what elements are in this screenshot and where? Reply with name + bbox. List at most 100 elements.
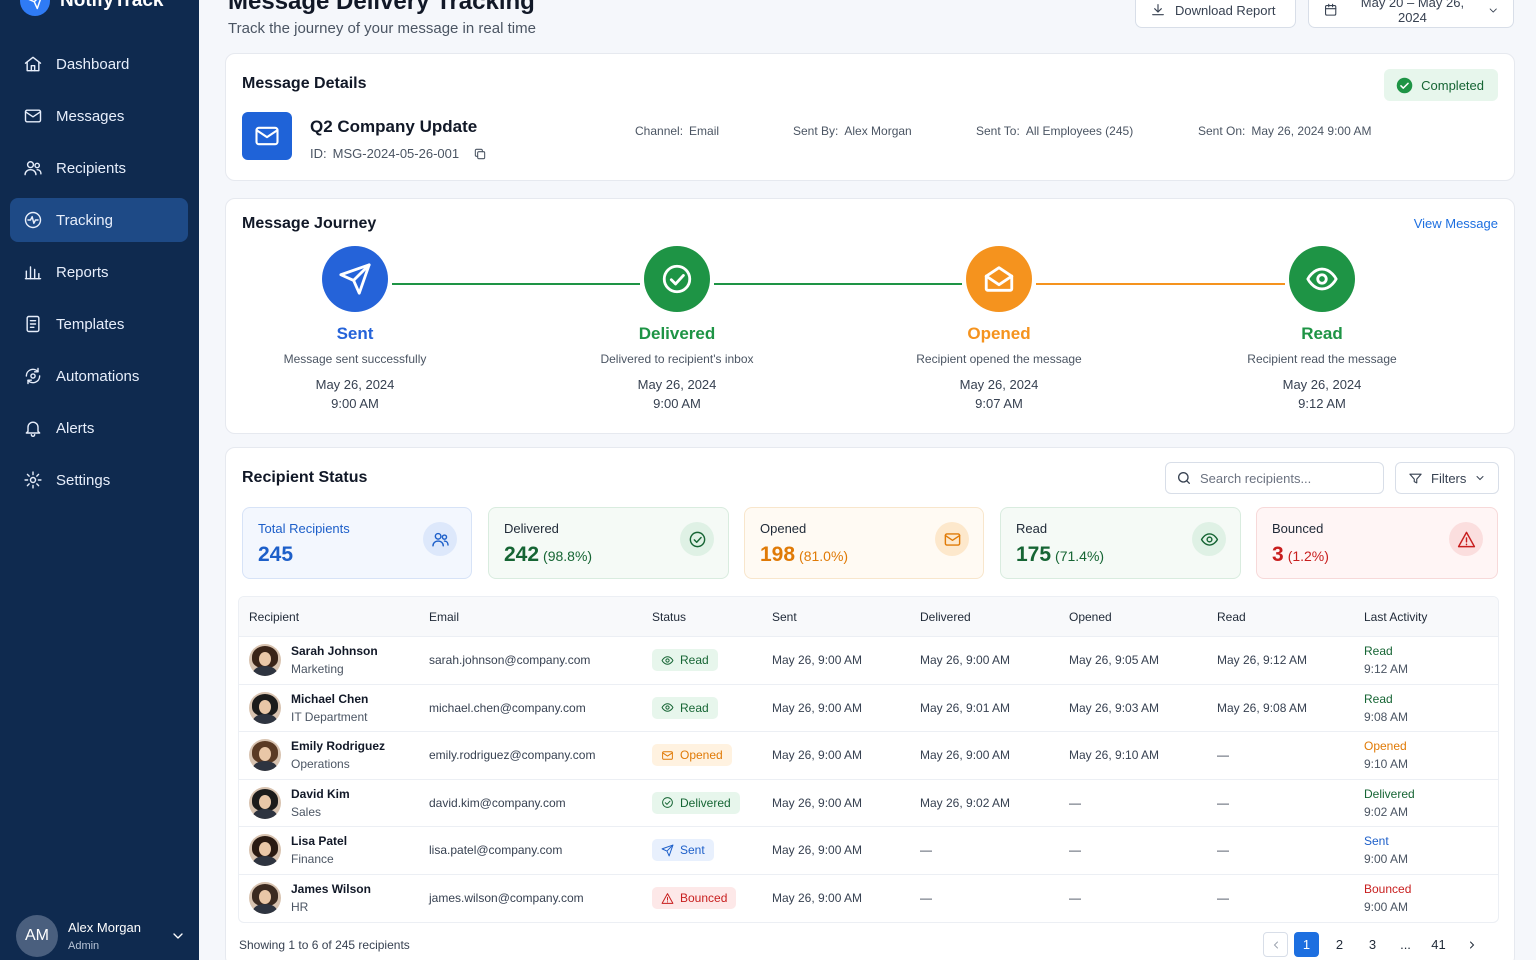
email-cell: sarah.johnson@company.com — [429, 653, 591, 668]
page-1[interactable]: 1 — [1294, 932, 1319, 957]
status-badge: Read — [652, 696, 718, 719]
sidebar-item-settings[interactable]: Settings — [10, 458, 188, 502]
table-row[interactable]: Lisa Patel Finance lisa.patel@company.com… — [239, 827, 1498, 875]
avatar — [249, 739, 281, 772]
date-range-picker[interactable]: May 20 – May 26, 2024 — [1308, 0, 1514, 28]
sidebar-item-dashboard[interactable]: Dashboard — [10, 42, 188, 86]
table-row[interactable]: Michael Chen IT Department michael.chen@c… — [239, 685, 1498, 732]
sent-cell: May 26, 9:00 AM — [772, 748, 863, 763]
journey-step-desc: Message sent successfully — [283, 352, 427, 366]
sidebar-nav: Dashboard Messages Recipients Tracking Repor… — [10, 42, 188, 510]
column-header-recipient[interactable]: Recipient — [239, 610, 429, 624]
stat-icon-wrap — [935, 522, 969, 556]
mail-icon — [662, 750, 673, 760]
check-circle-icon — [662, 797, 673, 809]
sidebar-item-label: Tracking — [56, 211, 113, 229]
sidebar-item-tracking[interactable]: Tracking — [10, 198, 188, 242]
download-report-label: Download Report — [1175, 2, 1276, 18]
sent-cell: May 26, 9:00 AM — [772, 843, 863, 858]
check-circle-icon — [1396, 77, 1413, 93]
sidebar-item-alerts[interactable]: Alerts — [10, 406, 188, 450]
stat-card-read: Read 175 (71.4%) — [1000, 507, 1241, 579]
journey-step-name: Delivered — [638, 324, 716, 343]
download-report-button[interactable]: Download Report — [1135, 0, 1296, 28]
status-cell: Sent — [652, 839, 772, 862]
column-header-status[interactable]: Status — [652, 610, 772, 624]
user-menu[interactable]: AM Alex Morgan Admin — [16, 914, 186, 958]
table-row[interactable]: David Kim Sales david.kim@company.com Del… — [239, 780, 1498, 827]
filters-button[interactable]: Filters — [1395, 462, 1499, 494]
activity-icon — [24, 211, 42, 229]
stat-label: Read — [1016, 521, 1048, 536]
column-header-email[interactable]: Email — [429, 610, 652, 624]
sidebar-item-reports[interactable]: Reports — [10, 250, 188, 294]
journey-step-circle — [322, 246, 388, 312]
copy-icon[interactable] — [473, 147, 487, 161]
status-badge: Bounced — [652, 887, 737, 910]
sidebar-item-recipients[interactable]: Recipients — [10, 146, 188, 190]
last-activity-cell: Bounced 9:00 AM — [1364, 882, 1484, 914]
calendar-icon — [1325, 3, 1337, 16]
channel-label: Channel: — [635, 124, 684, 138]
column-header-last-activity[interactable]: Last Activity — [1364, 610, 1484, 624]
sent-by-label: Sent By: — [793, 124, 839, 138]
alert-triangle-icon — [661, 892, 674, 904]
avatar — [249, 882, 281, 915]
page-41[interactable]: 41 — [1426, 932, 1451, 957]
page-subtitle: Track the journey of your message in rea… — [228, 20, 536, 37]
brand[interactable]: NotifyTrack — [20, 0, 163, 16]
journey-step-sent: Sent Message sent successfully May 26, 2… — [245, 246, 465, 413]
stat-icon-wrap — [423, 522, 457, 556]
envelope-icon — [242, 112, 292, 160]
column-header-delivered[interactable]: Delivered — [920, 610, 1069, 624]
table-row[interactable]: Sarah Johnson Marketing sarah.johnson@com… — [239, 637, 1498, 685]
user-name: Alex Morgan — [68, 920, 141, 935]
recipient-dept: HR — [291, 900, 309, 915]
view-message-link[interactable]: View Message — [1414, 216, 1498, 231]
table-row[interactable]: Emily Rodriguez Operations emily.rodrigue… — [239, 732, 1498, 780]
delivered-cell: May 26, 9:00 AM — [920, 748, 1011, 763]
sent-to-value: All Employees (245) — [1025, 124, 1134, 138]
sidebar-item-automations[interactable]: Automations — [10, 354, 188, 398]
sidebar-item-label: Recipients — [56, 159, 127, 177]
automation-icon — [25, 367, 41, 385]
page-3[interactable]: 3 — [1360, 932, 1385, 957]
page-ellipsis[interactable]: ... — [1393, 932, 1418, 957]
search-box[interactable] — [1165, 462, 1384, 494]
chevron-down-icon[interactable] — [170, 928, 186, 944]
page-2[interactable]: 2 — [1327, 932, 1352, 957]
sidebar-item-label: Automations — [56, 367, 140, 385]
status-badge-label: Opened — [680, 748, 723, 763]
status-badge-label: Sent — [680, 843, 705, 858]
check-circle-icon — [662, 264, 692, 294]
next-page-button[interactable] — [1459, 932, 1484, 957]
column-header-sent[interactable]: Sent — [772, 610, 920, 624]
stat-number: 245 — [258, 543, 294, 566]
date-range-label: May 20 – May 26, 2024 — [1360, 0, 1465, 25]
channel-meta: Channel: Email — [635, 124, 719, 138]
recipient-dept: Operations — [291, 757, 350, 772]
last-activity-cell: Read 9:12 AM — [1364, 644, 1484, 676]
eye-icon — [661, 655, 674, 665]
recipient-cell: James Wilson HR — [239, 882, 429, 915]
column-header-opened[interactable]: Opened — [1069, 610, 1217, 624]
journey-step-date: May 26, 2024 — [959, 377, 1039, 392]
recipient-dept: Marketing — [291, 662, 344, 677]
table-row[interactable]: James Wilson HR james.wilson@company.com … — [239, 875, 1498, 923]
last-activity-cell: Delivered 9:02 AM — [1364, 787, 1484, 819]
sidebar-item-templates[interactable]: Templates — [10, 302, 188, 346]
sidebar-item-label: Settings — [56, 471, 111, 489]
last-activity-cell: Read 9:08 AM — [1364, 692, 1484, 724]
recipient-dept: IT Department — [291, 709, 368, 724]
journey-step-time: 9:00 AM — [653, 396, 701, 411]
recipient-name: Emily Rodriguez — [291, 739, 386, 754]
avatar — [249, 834, 281, 867]
last-activity-status: Read — [1364, 691, 1393, 706]
search-input[interactable] — [1200, 470, 1370, 486]
column-header-read[interactable]: Read — [1217, 610, 1364, 624]
sidebar-item-messages[interactable]: Messages — [10, 94, 188, 138]
prev-page-button[interactable] — [1263, 932, 1288, 957]
stat-icon-wrap — [1449, 522, 1483, 556]
sent-cell: May 26, 9:00 AM — [772, 795, 863, 810]
eye-icon — [1306, 267, 1338, 291]
